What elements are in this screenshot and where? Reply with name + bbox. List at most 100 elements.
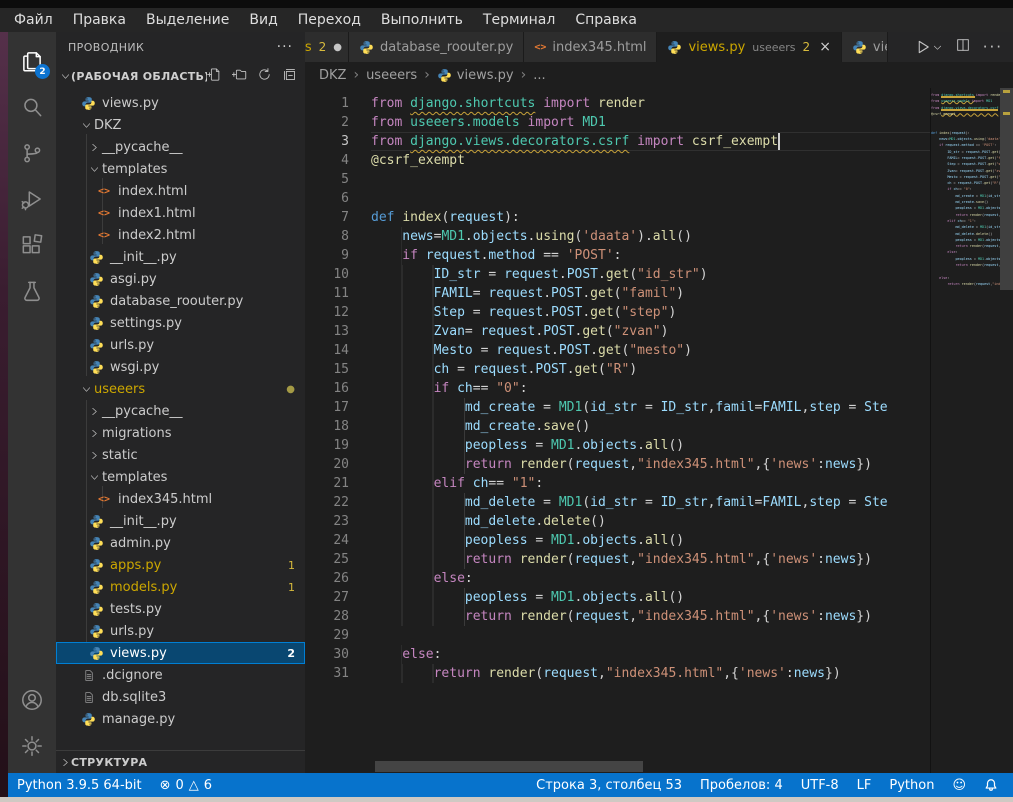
code-line[interactable]: 4@csrf_exempt: [305, 151, 930, 170]
code-line[interactable]: 24peopless = MD1.objects.all(): [305, 531, 930, 550]
code-line[interactable]: 31return render(request,"index345.html",…: [305, 664, 930, 683]
tree-folder[interactable]: __pycache__: [56, 136, 305, 158]
tree-item[interactable]: <>index345.html: [56, 488, 305, 510]
outline-section-header[interactable]: СТРУКТУРА: [56, 750, 305, 773]
editor-tab[interactable]: diiits2●: [305, 32, 349, 62]
search-icon[interactable]: [8, 84, 56, 130]
tree-folder[interactable]: __pycache__: [56, 400, 305, 422]
tree-item[interactable]: views.py: [56, 92, 305, 114]
code-line[interactable]: 9if request.method == 'POST':: [305, 246, 930, 265]
workspace-section-header[interactable]: (РАБОЧАЯ ОБЛАСТЬ) ...: [56, 62, 305, 90]
status-python-interpreter[interactable]: Python 3.9.5 64-bit: [8, 778, 151, 793]
status-cursor-position[interactable]: Строка 3, столбец 53: [527, 778, 691, 793]
tree-item[interactable]: wsgi.py: [56, 356, 305, 378]
menu-item[interactable]: Выполнить: [371, 8, 473, 32]
menu-item[interactable]: Справка: [565, 8, 647, 32]
feedback-icon[interactable]: ☺: [943, 778, 975, 793]
tree-item[interactable]: <>index2.html: [56, 224, 305, 246]
breadcrumb-item[interactable]: ...: [533, 68, 545, 83]
account-icon[interactable]: [8, 677, 56, 723]
run-debug-icon[interactable]: [8, 176, 56, 222]
code-lines[interactable]: 1from django.shortcuts import render2fro…: [305, 94, 930, 683]
code-editor[interactable]: 1from django.shortcuts import render2fro…: [305, 88, 1013, 773]
tree-folder[interactable]: DKZ: [56, 114, 305, 136]
tree-folder[interactable]: templates: [56, 466, 305, 488]
source-control-icon[interactable]: [8, 130, 56, 176]
tree-item[interactable]: __init__.py: [56, 510, 305, 532]
code-line[interactable]: 17md_create = MD1(id_str = ID_str,famil=…: [305, 398, 930, 417]
tree-item[interactable]: tests.py: [56, 598, 305, 620]
breadcrumb-item[interactable]: useeers: [366, 68, 417, 83]
minimap[interactable]: 1from django.shortcuts import render2fro…: [930, 88, 1000, 773]
collapse-all-icon[interactable]: [282, 67, 297, 86]
tree-item[interactable]: urls.py: [56, 334, 305, 356]
editor-tab[interactable]: views.pyuseeers2×: [657, 32, 841, 62]
code-line[interactable]: 11FAMIL= request.POST.get("famil"): [305, 284, 930, 303]
tree-folder[interactable]: templates: [56, 158, 305, 180]
tree-item[interactable]: admin.py: [56, 532, 305, 554]
testing-icon[interactable]: [8, 268, 56, 314]
status-language-mode[interactable]: Python: [880, 778, 943, 793]
code-line[interactable]: 12Step = request.POST.get("step"): [305, 303, 930, 322]
editor-tab[interactable]: database_roouter.py: [349, 32, 524, 62]
code-line[interactable]: 6: [305, 189, 930, 208]
settings-gear-icon[interactable]: [8, 723, 56, 769]
menu-item[interactable]: Правка: [63, 8, 136, 32]
menu-item[interactable]: Терминал: [473, 8, 565, 32]
code-line[interactable]: 29: [305, 626, 930, 645]
new-file-icon[interactable]: [207, 67, 222, 86]
tree-item[interactable]: <>index1.html: [56, 202, 305, 224]
refresh-icon[interactable]: [257, 67, 272, 86]
code-line[interactable]: 20return render(request,"index345.html",…: [305, 455, 930, 474]
horizontal-scrollbar[interactable]: [371, 761, 930, 772]
code-line[interactable]: 30else:: [305, 645, 930, 664]
notifications-bell-icon[interactable]: [975, 778, 1007, 792]
more-actions[interactable]: ···: [983, 38, 1003, 56]
editor-tab[interactable]: vie: [842, 32, 888, 62]
code-line[interactable]: 5: [305, 170, 930, 189]
code-line[interactable]: 13Zvan= request.POST.get("zvan"): [305, 322, 930, 341]
code-line[interactable]: 1from django.shortcuts import render: [305, 94, 930, 113]
code-line[interactable]: 26else:: [305, 569, 930, 588]
extensions-icon[interactable]: [8, 222, 56, 268]
new-folder-icon[interactable]: [232, 67, 247, 86]
code-line[interactable]: 8news=MD1.objects.using('daata').all(): [305, 227, 930, 246]
tree-folder[interactable]: migrations: [56, 422, 305, 444]
run-button[interactable]: [914, 38, 943, 56]
tree-item[interactable]: asgi.py: [56, 268, 305, 290]
code-line[interactable]: 10ID_str = request.POST.get("id_str"): [305, 265, 930, 284]
code-line[interactable]: 22md_delete = MD1(id_str = ID_str,famil=…: [305, 493, 930, 512]
code-line[interactable]: 27peopless = MD1.objects.all(): [305, 588, 930, 607]
close-icon[interactable]: ×: [819, 39, 831, 55]
code-line[interactable]: 19peopless = MD1.objects.all(): [305, 436, 930, 455]
tree-item[interactable]: apps.py1: [56, 554, 305, 576]
tree-item[interactable]: db.sqlite3: [56, 686, 305, 708]
tree-folder[interactable]: static: [56, 444, 305, 466]
code-line[interactable]: 16if ch== "0":: [305, 379, 930, 398]
tree-item[interactable]: views.py2: [56, 642, 305, 664]
code-line[interactable]: 28return render(request,"index345.html",…: [305, 607, 930, 626]
menu-item[interactable]: Вид: [239, 8, 287, 32]
code-line[interactable]: 15ch = request.POST.get("R"): [305, 360, 930, 379]
sidebar-more-actions[interactable]: ···: [277, 39, 293, 55]
tree-item[interactable]: manage.py: [56, 708, 305, 730]
code-line[interactable]: 3from django.views.decorators.csrf impor…: [305, 132, 930, 151]
breadcrumb-item[interactable]: views.py: [437, 68, 514, 83]
code-line[interactable]: 23md_delete.delete(): [305, 512, 930, 531]
split-editor-icon[interactable]: [955, 37, 971, 57]
breadcrumb-item[interactable]: DKZ: [319, 68, 346, 83]
menu-item[interactable]: Переход: [288, 8, 371, 32]
code-line[interactable]: 7def index(request):: [305, 208, 930, 227]
tree-folder[interactable]: useeers●: [56, 378, 305, 400]
tree-item[interactable]: urls.py: [56, 620, 305, 642]
tree-item[interactable]: __init__.py: [56, 246, 305, 268]
tree-item[interactable]: models.py1: [56, 576, 305, 598]
vertical-scrollbar-thumb[interactable]: [1000, 88, 1013, 290]
vertical-scrollbar[interactable]: [1000, 88, 1013, 773]
status-problems[interactable]: ⊗ 0 △ 6: [151, 778, 221, 793]
menu-item[interactable]: Выделение: [136, 8, 239, 32]
editor-tab[interactable]: <>index345.html: [524, 32, 657, 62]
code-line[interactable]: 2from useeers.models import MD1: [305, 113, 930, 132]
tree-item[interactable]: <>index.html: [56, 180, 305, 202]
explorer-icon[interactable]: 2: [8, 38, 56, 84]
